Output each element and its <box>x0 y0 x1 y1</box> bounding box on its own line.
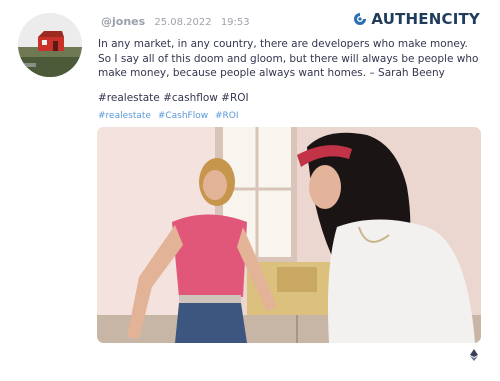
red-house-avatar-image <box>18 13 82 77</box>
hashtag-link[interactable]: #ROI <box>215 111 239 121</box>
hashtag-links: #realestate #CashFlow #ROI <box>98 111 243 121</box>
brand-name: AUTHENCITY <box>371 10 480 28</box>
hashtag-link[interactable]: #CashFlow <box>158 111 208 121</box>
post-time: 19:53 <box>220 17 250 28</box>
post-image[interactable] <box>97 127 481 343</box>
avatar[interactable] <box>18 13 82 77</box>
brand-logo[interactable]: AUTHENCITY <box>353 10 480 28</box>
post-photo <box>97 127 481 343</box>
author-handle[interactable]: @jones <box>101 15 145 28</box>
post-date: 25.08.2022 <box>154 17 212 28</box>
post-quote: In any market, in any country, there are… <box>98 38 479 79</box>
post-hashtags-text: #realestate #cashflow #ROI <box>98 92 249 104</box>
hashtag-link[interactable]: #realestate <box>98 111 151 121</box>
authencity-logo-icon <box>354 13 367 25</box>
post-meta: @jones 25.08.2022 19:53 <box>101 15 250 28</box>
ethereum-icon <box>470 349 478 361</box>
